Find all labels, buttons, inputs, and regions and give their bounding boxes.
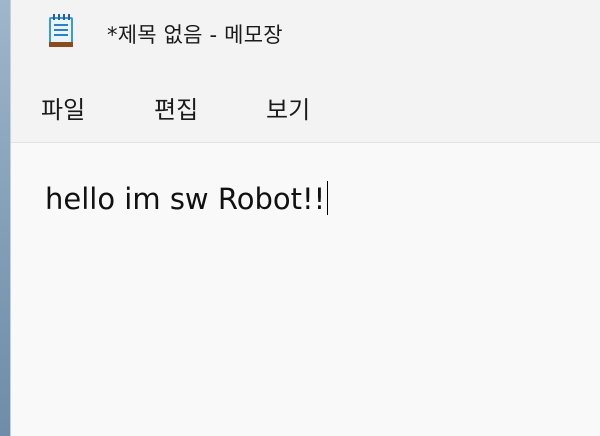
editor-text: hello im sw Robot!! <box>45 182 326 216</box>
text-editor[interactable]: hello im sw Robot!! <box>11 143 600 436</box>
menu-edit[interactable]: 편집 <box>150 86 202 129</box>
window-title: *제목 없음 - 메모장 <box>107 23 283 47</box>
text-caret <box>327 181 329 215</box>
notepad-window: *제목 없음 - 메모장 파일 편집 보기 hello im sw Robot!… <box>10 0 600 436</box>
menu-bar: 파일 편집 보기 <box>11 64 600 143</box>
menu-view[interactable]: 보기 <box>262 86 314 129</box>
notepad-icon <box>47 14 75 48</box>
menu-file[interactable]: 파일 <box>37 86 89 129</box>
title-bar[interactable]: *제목 없음 - 메모장 <box>11 0 600 64</box>
editor-content-line[interactable]: hello im sw Robot!! <box>45 181 329 217</box>
